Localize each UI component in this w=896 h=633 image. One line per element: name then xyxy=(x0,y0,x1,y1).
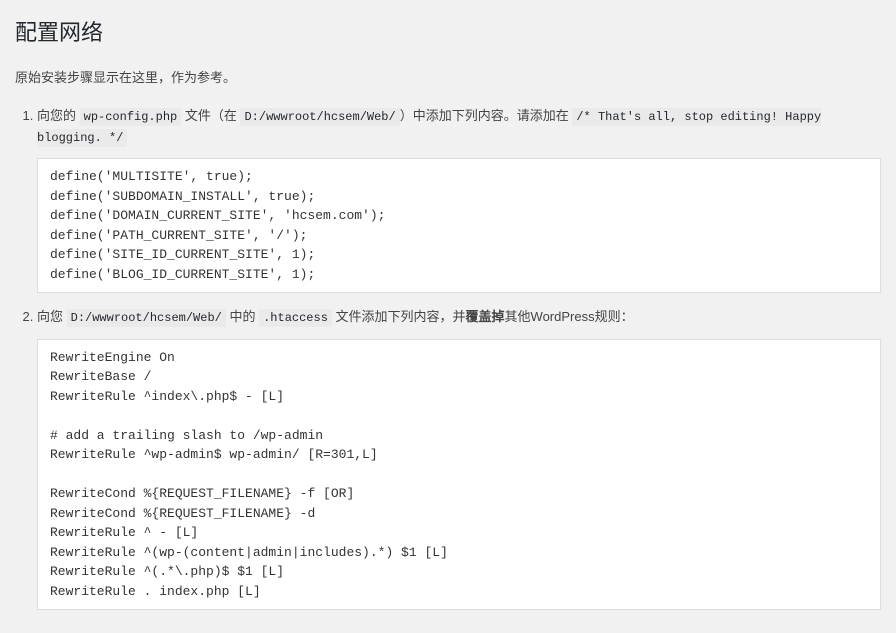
wpconfig-codeblock[interactable]: define('MULTISITE', true); define('SUBDO… xyxy=(37,158,881,293)
step-2-text-3: 文件添加下列内容，并 xyxy=(332,309,466,324)
htaccess-code: .htaccess xyxy=(259,309,332,327)
step-1-instruction: 向您的 wp-config.php 文件（在 D:/wwwroot/hcsem/… xyxy=(37,106,881,148)
step-2: 向您 D:/wwwroot/hcsem/Web/ 中的 .htaccess 文件… xyxy=(37,307,881,610)
path-code-1: D:/wwwroot/hcsem/Web/ xyxy=(240,108,399,126)
htaccess-codeblock[interactable]: RewriteEngine On RewriteBase / RewriteRu… xyxy=(37,339,881,611)
step-2-text-1: 向您 xyxy=(37,309,67,324)
step-2-instruction: 向您 D:/wwwroot/hcsem/Web/ 中的 .htaccess 文件… xyxy=(37,307,881,328)
step-1: 向您的 wp-config.php 文件（在 D:/wwwroot/hcsem/… xyxy=(37,106,881,293)
wpconfig-code: wp-config.php xyxy=(80,108,182,126)
step-1-text-2: 文件（在 xyxy=(181,108,240,123)
page-subtitle: 原始安装步骤显示在这里，作为参考。 xyxy=(15,67,881,86)
step-1-text-1: 向您的 xyxy=(37,108,80,123)
step-1-text-3: ）中添加下列内容。请添加在 xyxy=(400,108,573,123)
path-code-2: D:/wwwroot/hcsem/Web/ xyxy=(67,309,226,327)
step-2-text-2: 中的 xyxy=(226,309,259,324)
step-2-bold: 覆盖掉 xyxy=(466,309,505,324)
steps-list: 向您的 wp-config.php 文件（在 D:/wwwroot/hcsem/… xyxy=(15,106,881,610)
step-2-text-4: 其他WordPress规则： xyxy=(505,309,634,324)
page-title: 配置网络 xyxy=(15,15,881,47)
